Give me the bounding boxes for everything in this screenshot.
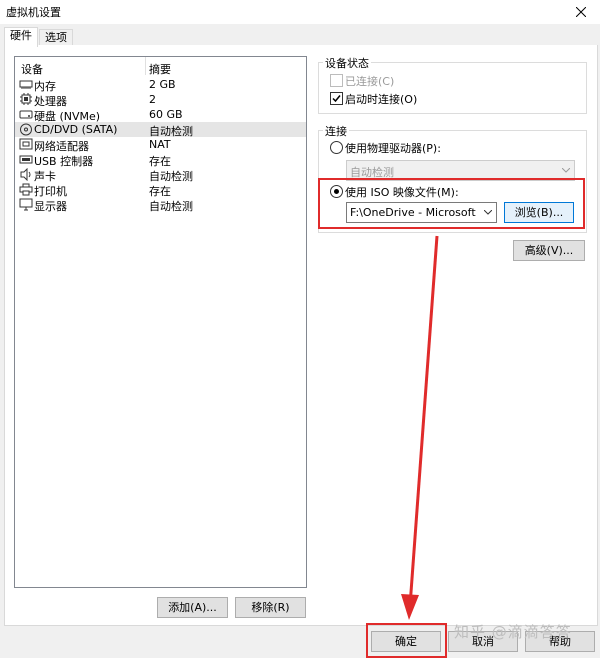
device-row-hard-disk[interactable]: 硬盘 (NVMe) 60 GB: [15, 107, 306, 123]
device-summary: NAT: [149, 138, 171, 151]
window-title: 虚拟机设置: [6, 6, 61, 19]
connected-label: 已连接(C): [345, 75, 395, 88]
device-summary: 自动检测: [149, 200, 193, 213]
browse-button[interactable]: 浏览(B)...: [504, 202, 574, 223]
device-row-sound[interactable]: 声卡 自动检测: [15, 167, 306, 183]
device-row-network[interactable]: 网络适配器 NAT: [15, 137, 306, 153]
device-row-processor[interactable]: 处理器 2: [15, 92, 306, 108]
add-device-button[interactable]: 添加(A)...: [157, 597, 228, 618]
physical-drive-label: 使用物理驱动器(P):: [345, 142, 441, 155]
printer-icon: [19, 183, 33, 196]
memory-icon: [19, 80, 33, 89]
iso-path-combobox[interactable]: F:\OneDrive - Microsoft Clou: [346, 202, 497, 223]
advanced-button[interactable]: 高级(V)...: [513, 240, 585, 261]
device-name: CD/DVD (SATA): [34, 123, 118, 136]
cd-icon: [20, 123, 32, 136]
radio-selected-dot: [334, 189, 339, 194]
close-button[interactable]: [562, 0, 600, 24]
device-row-cd-dvd[interactable]: CD/DVD (SATA) 自动检测: [15, 122, 306, 138]
iso-path-value: F:\OneDrive - Microsoft Clou: [350, 206, 478, 219]
chevron-down-icon: [562, 168, 570, 173]
sound-icon: [20, 168, 31, 181]
connected-checkbox[interactable]: [330, 74, 343, 87]
ok-button[interactable]: 确定: [371, 631, 441, 652]
connect-on-power-label: 启动时连接(O): [345, 93, 418, 106]
connect-on-power-checkbox[interactable]: [330, 92, 343, 105]
chevron-down-icon: [484, 210, 492, 215]
column-header-device[interactable]: 设备: [21, 61, 43, 77]
red-arrow-annotation: [401, 235, 439, 620]
iso-image-radio[interactable]: [330, 185, 343, 198]
device-row-usb[interactable]: USB 控制器 存在: [15, 152, 306, 168]
device-row-display[interactable]: 显示器 自动检测: [15, 197, 306, 213]
watermark: 知乎 @滴滴答答: [454, 623, 572, 641]
network-icon: [19, 138, 33, 150]
column-header-summary[interactable]: 摘要: [149, 61, 171, 77]
column-splitter[interactable]: [145, 57, 146, 75]
iso-image-label: 使用 ISO 映像文件(M):: [345, 186, 459, 199]
device-summary: 2: [149, 93, 156, 106]
display-icon: [19, 198, 33, 211]
device-name: 显示器: [34, 200, 67, 213]
device-status-title: 设备状态: [323, 55, 371, 71]
device-list[interactable]: 设备 摘要 内存 2 GB 处理器 2 硬盘 (NVMe) 60 GB CD/D…: [14, 56, 307, 588]
device-row-memory[interactable]: 内存 2 GB: [15, 77, 306, 93]
remove-device-button[interactable]: 移除(R): [235, 597, 306, 618]
title-bar: [0, 0, 600, 24]
tab-hardware[interactable]: 硬件: [4, 27, 38, 47]
tab-options[interactable]: 选项: [39, 29, 73, 46]
cpu-icon: [20, 93, 32, 105]
checkmark-icon: [332, 95, 341, 103]
device-row-printer[interactable]: 打印机 存在: [15, 182, 306, 198]
usb-icon: [19, 155, 33, 164]
close-icon: [576, 7, 586, 17]
device-summary: 2 GB: [149, 78, 176, 91]
disk-icon: [19, 110, 33, 119]
device-summary: 60 GB: [149, 108, 183, 121]
physical-drive-radio[interactable]: [330, 141, 343, 154]
connection-title: 连接: [323, 123, 349, 139]
